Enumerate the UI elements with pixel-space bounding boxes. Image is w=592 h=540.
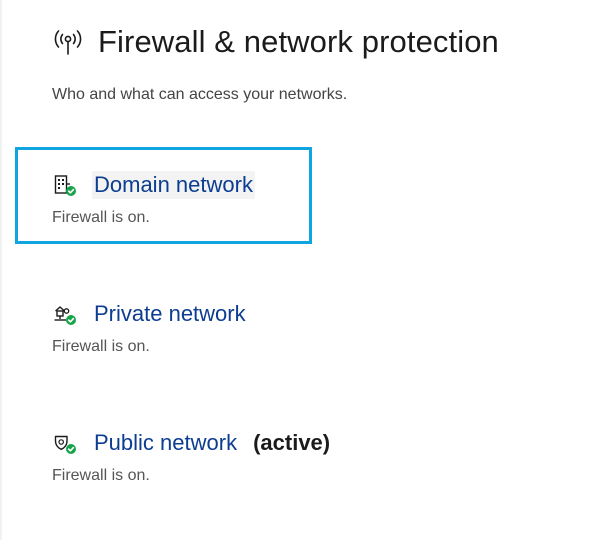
page-subtitle: Who and what can access your networks. [52, 86, 348, 103]
private-network-link[interactable]: Private network [92, 300, 248, 328]
page-header: Firewall & network protection [52, 24, 499, 60]
public-network-check-icon [52, 430, 78, 456]
active-network-label: (active) [253, 430, 331, 455]
left-edge-divider [0, 0, 2, 540]
private-network-check-icon [52, 301, 78, 327]
private-network-status: Firewall is on. [52, 338, 150, 355]
page-title: Firewall & network protection [98, 24, 499, 59]
domain-network-section: Domain network Firewall is on. [52, 169, 255, 227]
public-network-link[interactable]: Public network [92, 429, 239, 457]
firewall-page: Firewall & network protection Who and wh… [0, 0, 592, 540]
public-network-status: Firewall is on. [52, 467, 150, 484]
private-network-section: Private network Firewall is on. [52, 298, 248, 356]
public-network-section: Public network (active) Firewall is on. [52, 427, 330, 485]
wifi-antenna-icon [52, 27, 84, 57]
domain-building-check-icon [52, 172, 78, 198]
domain-network-link[interactable]: Domain network [92, 171, 255, 199]
domain-network-status: Firewall is on. [52, 209, 150, 226]
